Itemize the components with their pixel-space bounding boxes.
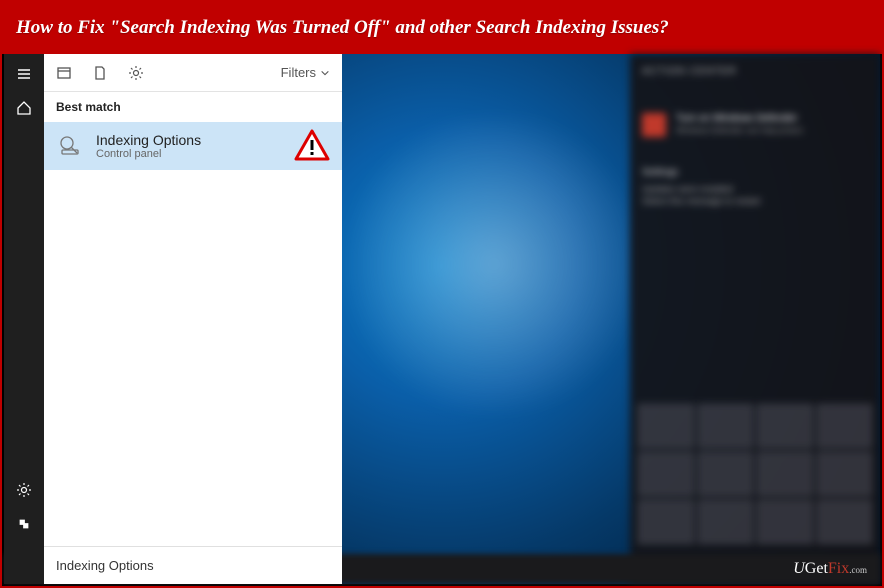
notification-text: Turn on Windows Defender Windows Defende…: [676, 113, 868, 137]
best-match-header: Best match: [44, 92, 342, 122]
settings-text1: Updates were installed: [642, 184, 868, 196]
settings-notification[interactable]: Settings Updates were installed Select t…: [642, 167, 868, 207]
watermark-get: Get: [805, 560, 828, 577]
filter-row: Filters: [44, 54, 342, 92]
search-input[interactable]: Indexing Options: [44, 546, 342, 584]
quick-action-tile[interactable]: [757, 452, 813, 496]
notification-item[interactable]: Turn on Windows Defender Windows Defende…: [642, 113, 868, 137]
chevron-down-icon: [320, 68, 330, 78]
quick-action-tile[interactable]: [638, 500, 694, 544]
quick-action-tile[interactable]: [817, 404, 873, 448]
title-banner: How to Fix "Search Indexing Was Turned O…: [2, 2, 882, 54]
warning-icon: [294, 128, 330, 164]
start-menu-rail: [4, 54, 44, 584]
watermark-fix: Fix: [828, 560, 849, 577]
quick-action-tile[interactable]: [698, 404, 754, 448]
home-icon[interactable]: [14, 98, 34, 118]
banner-title: How to Fix "Search Indexing Was Turned O…: [16, 17, 669, 39]
result-subtitle: Control panel: [96, 148, 201, 160]
watermark-com: .com: [849, 565, 867, 575]
hamburger-icon[interactable]: [14, 64, 34, 84]
apps-filter-icon[interactable]: [56, 65, 72, 81]
quick-action-tile[interactable]: [817, 500, 873, 544]
documents-filter-icon[interactable]: [92, 65, 108, 81]
gear-icon[interactable]: [14, 480, 34, 500]
quick-action-tile[interactable]: [698, 500, 754, 544]
quick-action-tile[interactable]: [817, 452, 873, 496]
watermark: UGetFix.com: [793, 560, 867, 578]
quick-action-tile[interactable]: [757, 404, 813, 448]
settings-text2: Select this message to restart: [642, 196, 868, 208]
notification-title: Turn on Windows Defender: [676, 113, 868, 124]
action-center-panel: ACTION CENTER Turn on Windows Defender W…: [630, 54, 880, 584]
quick-action-tile[interactable]: [638, 452, 694, 496]
quick-action-tile[interactable]: [698, 452, 754, 496]
result-text: Indexing Options Control panel: [96, 132, 201, 160]
power-icon[interactable]: [14, 514, 34, 534]
notification-subtitle: Windows Defender can help protect: [676, 126, 868, 135]
filters-label-text: Filters: [281, 65, 316, 80]
filters-dropdown[interactable]: Filters: [281, 65, 330, 80]
quick-action-tile[interactable]: [757, 500, 813, 544]
result-title: Indexing Options: [96, 132, 201, 148]
indexing-options-icon: [56, 132, 84, 160]
quick-action-tiles: [638, 404, 872, 544]
action-center-title: ACTION CENTER: [642, 66, 868, 77]
watermark-u: U: [793, 560, 805, 577]
settings-filter-icon[interactable]: [128, 65, 144, 81]
search-result-indexing-options[interactable]: Indexing Options Control panel: [44, 122, 342, 170]
settings-heading: Settings: [642, 167, 868, 178]
defender-icon: [642, 113, 666, 137]
app-frame: How to Fix "Search Indexing Was Turned O…: [0, 0, 884, 588]
search-panel: Filters Best match Indexing Options Cont…: [44, 54, 342, 584]
search-input-value: Indexing Options: [56, 558, 154, 573]
quick-action-tile[interactable]: [638, 404, 694, 448]
